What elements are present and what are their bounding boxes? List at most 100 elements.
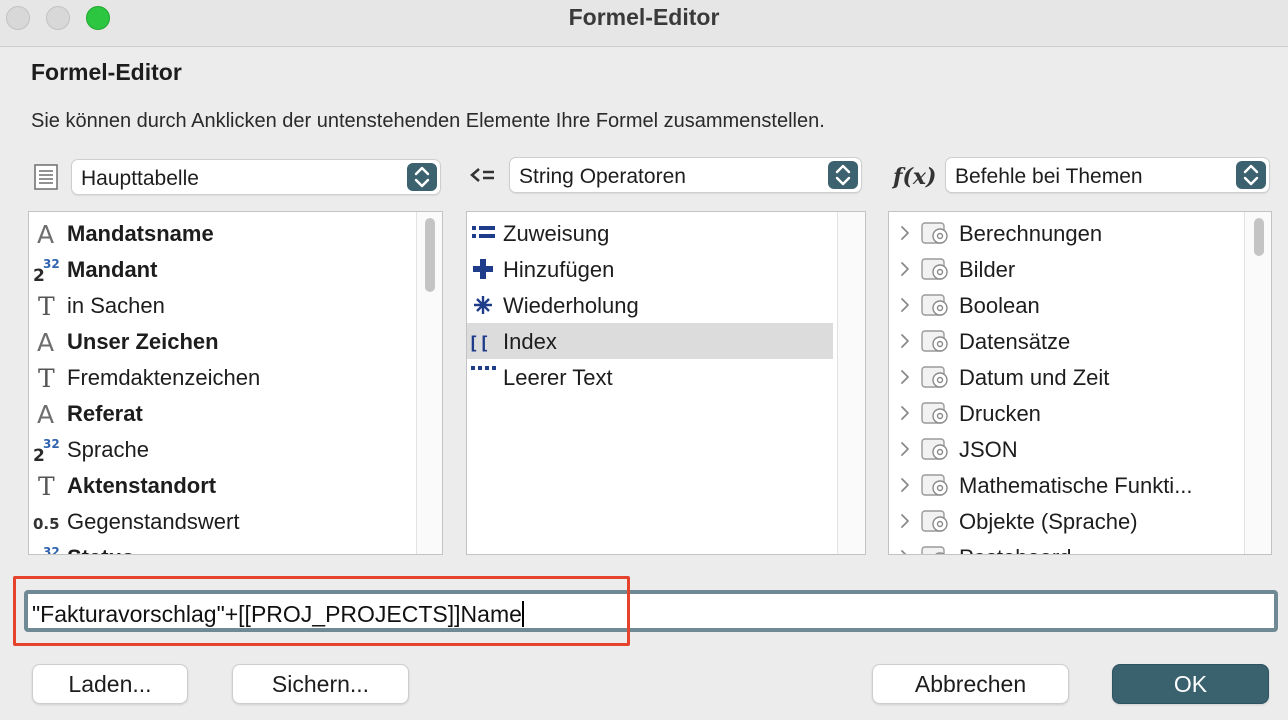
table-select[interactable]: Haupttabelle bbox=[71, 159, 441, 195]
operator-list-scrollbar[interactable] bbox=[837, 212, 865, 554]
svg-text:32: 32 bbox=[43, 257, 60, 271]
field-list-scrollbar[interactable] bbox=[416, 212, 442, 554]
command-theme-select-value: Befehle bei Themen bbox=[955, 165, 1143, 188]
list-item[interactable]: Leerer Text bbox=[467, 359, 833, 395]
svg-text:A: A bbox=[37, 220, 54, 247]
list-item[interactable]: Objekte (Sprache) bbox=[889, 503, 1244, 539]
load-button[interactable]: Laden... bbox=[32, 664, 188, 704]
svg-text:f(x): f(x) bbox=[892, 164, 936, 190]
chevron-right-icon[interactable] bbox=[899, 441, 911, 457]
command-list[interactable]: Berechnungen Bilder Boolean Datensätze Datum… bbox=[888, 211, 1272, 555]
list-item[interactable]: T Fremdaktenzeichen bbox=[29, 359, 417, 395]
operator-select[interactable]: String Operatoren bbox=[509, 157, 862, 193]
function-icon: f(x) bbox=[892, 164, 936, 190]
chevron-right-icon[interactable] bbox=[899, 297, 911, 313]
list-item[interactable]: A Referat bbox=[29, 395, 417, 431]
chevron-right-icon[interactable] bbox=[899, 405, 911, 421]
operator-select-stepper[interactable] bbox=[828, 161, 858, 189]
list-item[interactable]: T Aktenstandort bbox=[29, 467, 417, 503]
operator-select-value: String Operatoren bbox=[519, 165, 686, 188]
command-theme-select[interactable]: Befehle bei Themen bbox=[945, 157, 1270, 193]
text-field-icon: T bbox=[38, 364, 55, 391]
list-item[interactable]: Bilder bbox=[889, 251, 1244, 287]
list-item[interactable]: A Mandatsname bbox=[29, 215, 417, 251]
theme-folder-icon bbox=[921, 474, 948, 496]
chevron-right-icon[interactable] bbox=[899, 477, 911, 493]
svg-text:A: A bbox=[37, 328, 54, 355]
list-item[interactable]: 2 32 Sprache bbox=[29, 431, 417, 467]
operator-list[interactable]: Zuweisung Hinzufügen Wiederholung [[ ]] … bbox=[466, 211, 866, 555]
alpha-field-icon: A bbox=[37, 400, 54, 427]
chevron-up-down-icon bbox=[835, 164, 851, 186]
svg-text:32: 32 bbox=[43, 437, 60, 451]
scroll-thumb[interactable] bbox=[1254, 218, 1264, 256]
integer-field-icon: 232 bbox=[33, 437, 60, 463]
list-item[interactable]: 232 Status bbox=[29, 539, 417, 555]
empty-text-icon bbox=[471, 366, 496, 370]
field-list[interactable]: A Mandatsname 2 32 Mandant T in Sachen A … bbox=[28, 211, 443, 555]
svg-text:32: 32 bbox=[43, 545, 60, 555]
asterisk-icon bbox=[474, 296, 492, 314]
chevron-up-down-icon bbox=[1243, 164, 1259, 186]
list-item[interactable]: Datum und Zeit bbox=[889, 359, 1244, 395]
svg-text:[[ ]]: [[ ]] bbox=[468, 333, 498, 354]
svg-text:A: A bbox=[37, 400, 54, 427]
table-select-value: Haupttabelle bbox=[81, 167, 199, 190]
dialog-description: Sie können durch Anklicken der untensteh… bbox=[31, 110, 825, 132]
chevron-right-icon[interactable] bbox=[899, 261, 911, 277]
theme-folder-icon bbox=[921, 402, 948, 424]
scroll-thumb[interactable] bbox=[425, 218, 435, 292]
theme-folder-icon bbox=[921, 546, 945, 554]
list-item-selected[interactable]: [[ ]] Index bbox=[467, 323, 833, 359]
theme-folder-icon bbox=[921, 510, 948, 532]
list-item[interactable]: Berechnungen bbox=[889, 215, 1244, 251]
alpha-field-icon: A bbox=[37, 328, 54, 355]
integer-field-icon: 232 bbox=[33, 257, 60, 283]
theme-folder-icon bbox=[921, 366, 948, 388]
svg-text:T: T bbox=[38, 292, 55, 319]
integer-field-icon: 232 bbox=[33, 545, 60, 555]
theme-folder-icon bbox=[921, 438, 948, 460]
list-item[interactable]: 2 32 Mandant bbox=[29, 251, 417, 287]
theme-folder-icon bbox=[921, 258, 948, 280]
chevron-up-down-icon bbox=[414, 166, 430, 188]
text-field-icon: T bbox=[38, 472, 55, 499]
chevron-right-icon[interactable] bbox=[899, 549, 911, 555]
list-item[interactable]: Pasteboard bbox=[889, 539, 1244, 555]
highlight-annotation-box bbox=[13, 576, 630, 646]
brackets-icon: [[ ]] bbox=[468, 333, 498, 354]
chevron-right-icon[interactable] bbox=[899, 333, 911, 349]
list-item[interactable]: Drucken bbox=[889, 395, 1244, 431]
alpha-field-icon: A bbox=[37, 220, 54, 247]
assignment-icon bbox=[472, 226, 495, 238]
list-item[interactable]: 0.5 Gegenstandswert bbox=[29, 503, 417, 539]
title-bar: Formel-Editor bbox=[0, 0, 1288, 47]
list-item[interactable]: JSON bbox=[889, 431, 1244, 467]
chevron-right-icon[interactable] bbox=[899, 513, 911, 529]
list-item[interactable]: Boolean bbox=[889, 287, 1244, 323]
command-theme-select-stepper[interactable] bbox=[1236, 161, 1266, 189]
svg-text:T: T bbox=[38, 472, 55, 499]
svg-text:2: 2 bbox=[33, 554, 45, 555]
chevron-right-icon[interactable] bbox=[899, 225, 911, 241]
cancel-button[interactable]: Abbrechen bbox=[872, 664, 1069, 704]
list-item[interactable]: Datensätze bbox=[889, 323, 1244, 359]
command-list-scrollbar[interactable] bbox=[1244, 212, 1271, 554]
list-item[interactable]: Mathematische Funkti... bbox=[889, 467, 1244, 503]
table-select-stepper[interactable] bbox=[407, 163, 437, 191]
theme-folder-icon bbox=[921, 222, 948, 244]
ok-button[interactable]: OK bbox=[1112, 664, 1269, 704]
list-item[interactable]: Wiederholung bbox=[467, 287, 833, 323]
window-title: Formel-Editor bbox=[568, 4, 720, 30]
dialog-title: Formel-Editor bbox=[31, 59, 182, 85]
plus-icon bbox=[473, 259, 493, 279]
chevron-right-icon[interactable] bbox=[899, 369, 911, 385]
list-item[interactable]: T in Sachen bbox=[29, 287, 417, 323]
svg-text:T: T bbox=[38, 364, 55, 391]
table-list-icon bbox=[34, 164, 58, 190]
text-field-icon: T bbox=[38, 292, 55, 319]
list-item[interactable]: Hinzufügen bbox=[467, 251, 833, 287]
list-item[interactable]: Zuweisung bbox=[467, 215, 833, 251]
list-item[interactable]: A Unser Zeichen bbox=[29, 323, 417, 359]
save-button[interactable]: Sichern... bbox=[232, 664, 409, 704]
